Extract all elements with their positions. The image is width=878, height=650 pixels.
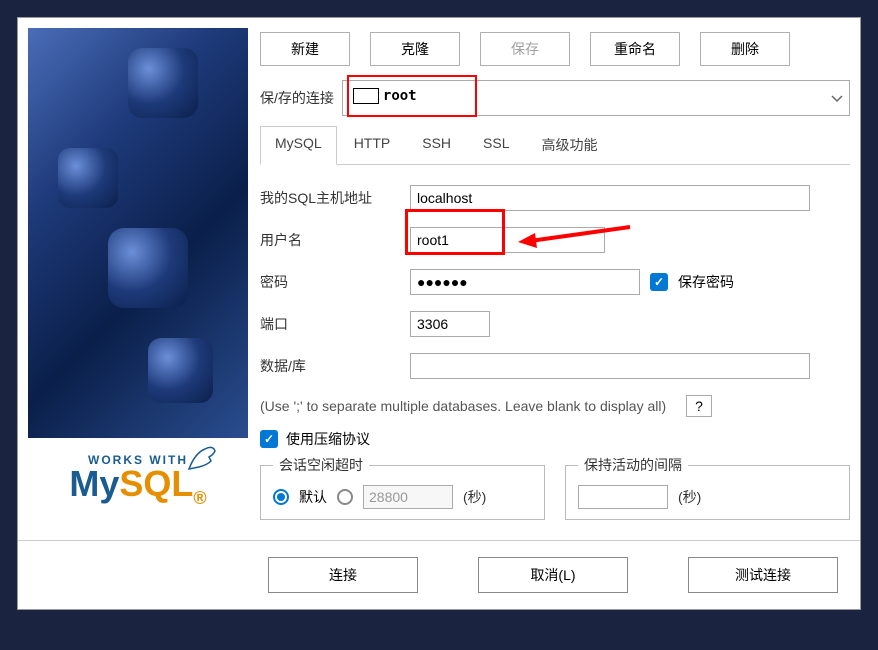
cancel-button[interactable]: 取消(L) (478, 557, 628, 593)
save-button[interactable]: 保存 (480, 32, 570, 66)
puzzle-image (28, 28, 248, 438)
chevron-down-icon (831, 90, 843, 106)
saved-connection-select[interactable]: root (342, 80, 850, 116)
username-input[interactable] (410, 227, 605, 253)
tab-advanced[interactable]: 高级功能 (527, 126, 613, 164)
connection-icon (353, 88, 379, 104)
keepalive-legend: 保持活动的间隔 (578, 455, 688, 475)
left-panel: WORKS WITH MySQL® (28, 28, 248, 530)
host-label: 我的SQL主机地址 (260, 188, 400, 208)
keepalive-unit: (秒) (678, 487, 701, 507)
save-password-checkbox[interactable]: ✓ (650, 273, 668, 291)
right-panel: 新建 克隆 保存 重命名 删除 保/存的连接 root (260, 28, 850, 530)
port-input[interactable] (410, 311, 490, 337)
timeout-legend: 会话空闲超时 (273, 455, 369, 475)
dolphin-icon (187, 443, 217, 477)
password-label: 密码 (260, 272, 400, 292)
saved-connection-value: root (383, 88, 417, 104)
new-button[interactable]: 新建 (260, 32, 350, 66)
bottom-bar: 连接 取消(L) 测试连接 (18, 540, 860, 609)
connect-button[interactable]: 连接 (268, 557, 418, 593)
tabs: MySQL HTTP SSH SSL 高级功能 (260, 126, 850, 165)
clone-button[interactable]: 克隆 (370, 32, 460, 66)
timeout-unit: (秒) (463, 487, 486, 507)
connection-dialog: WORKS WITH MySQL® 新建 克隆 保存 重命名 删除 保/存的连接 (17, 17, 861, 610)
tab-ssh[interactable]: SSH (407, 126, 466, 164)
test-button[interactable]: 测试连接 (688, 557, 838, 593)
highlight-box-1: root (347, 75, 477, 117)
host-input[interactable] (410, 185, 810, 211)
rename-button[interactable]: 重命名 (590, 32, 680, 66)
username-label: 用户名 (260, 230, 400, 250)
tab-http[interactable]: HTTP (339, 126, 406, 164)
delete-button[interactable]: 删除 (700, 32, 790, 66)
timeout-fieldset: 会话空闲超时 默认 (秒) (260, 455, 545, 520)
compress-label: 使用压缩协议 (286, 429, 370, 449)
save-password-label: 保存密码 (678, 272, 734, 292)
form-area: 我的SQL主机地址 用户名 密码 (260, 175, 850, 530)
timeout-default-label: 默认 (299, 487, 327, 507)
mysql-logo: WORKS WITH MySQL® (28, 438, 248, 524)
help-button[interactable]: ? (686, 395, 712, 417)
keepalive-input[interactable] (578, 485, 668, 509)
database-input[interactable] (410, 353, 810, 379)
compress-checkbox[interactable]: ✓ (260, 430, 278, 448)
keepalive-fieldset: 保持活动的间隔 (秒) (565, 455, 850, 520)
hint-text: (Use ';' to separate multiple databases.… (260, 398, 666, 414)
mysql-brand: MySQL® (69, 463, 206, 509)
tab-mysql[interactable]: MySQL (260, 126, 337, 165)
port-label: 端口 (260, 314, 400, 334)
database-label: 数据/库 (260, 356, 400, 376)
tab-ssl[interactable]: SSL (468, 126, 524, 164)
toolbar: 新建 克隆 保存 重命名 删除 (260, 28, 850, 70)
timeout-default-radio[interactable] (273, 489, 289, 505)
timeout-custom-radio[interactable] (337, 489, 353, 505)
saved-connection-label: 保/存的连接 (260, 88, 334, 108)
timeout-input[interactable] (363, 485, 453, 509)
password-input[interactable] (410, 269, 640, 295)
